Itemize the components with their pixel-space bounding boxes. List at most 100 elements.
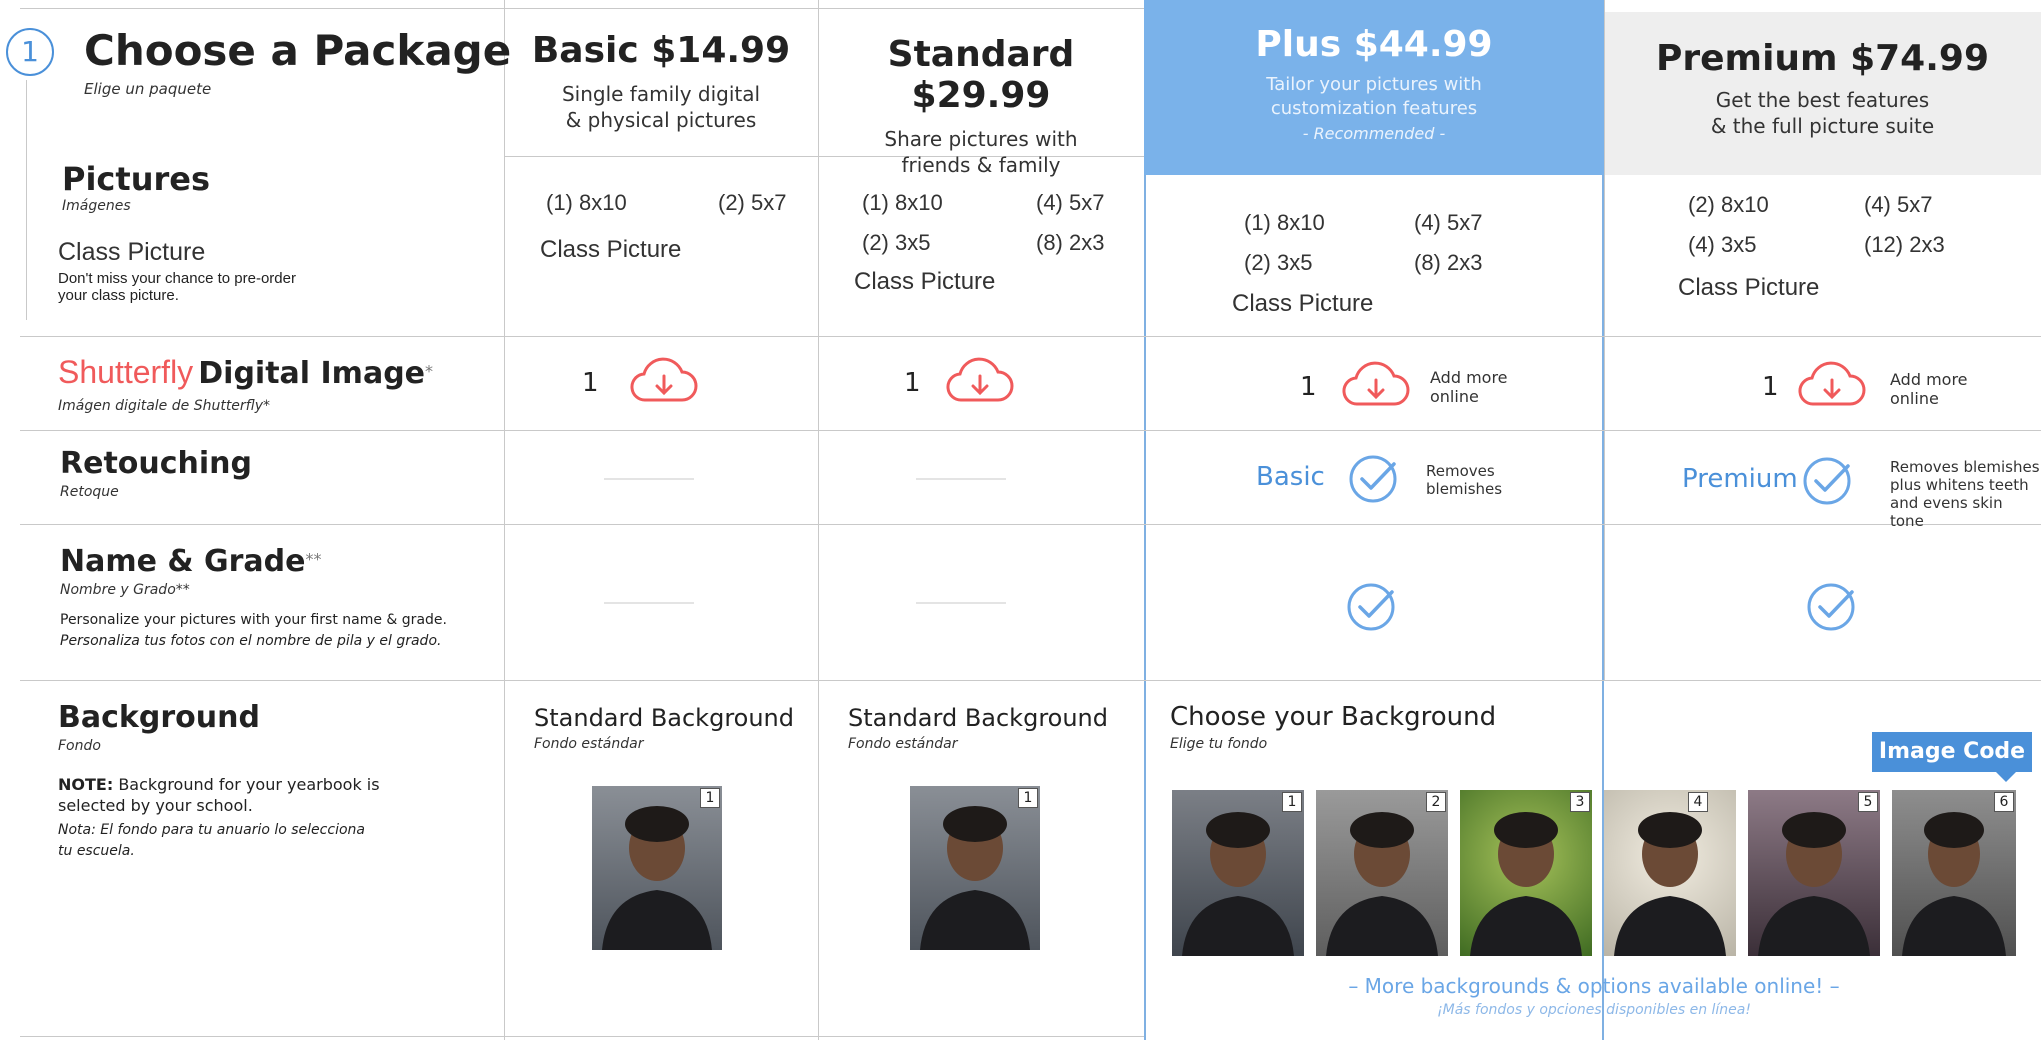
add-more-online-link[interactable]: Add more online bbox=[1890, 370, 1968, 408]
premium-item: (12) 2x3 bbox=[1864, 232, 1945, 257]
divider bbox=[20, 430, 2041, 431]
retouch-desc-plus: Removes blemishes bbox=[1426, 462, 1502, 498]
premium-class-picture: Class Picture bbox=[1678, 274, 1820, 301]
section-title-name-grade: Name & Grade** bbox=[60, 544, 322, 579]
premium-item: (2) 8x10 bbox=[1688, 192, 1769, 217]
section-subtitle: Nombre y Grado** bbox=[60, 582, 190, 598]
plus-item: (8) 2x3 bbox=[1414, 250, 1483, 275]
background-option-3[interactable]: 3 bbox=[1460, 790, 1592, 956]
digital-count-basic: 1 bbox=[582, 368, 599, 398]
note-text: Nota: El fondo para tu anuario lo selecc… bbox=[58, 822, 365, 838]
portrait-silhouette bbox=[1326, 812, 1438, 956]
background-option-2[interactable]: 2 bbox=[1316, 790, 1448, 956]
title-text: Name & Grade bbox=[60, 544, 306, 579]
portrait-silhouette bbox=[602, 806, 712, 950]
desc-line: Personaliza tus fotos con el nombre de p… bbox=[60, 633, 442, 649]
note-label: NOTE: bbox=[58, 775, 114, 794]
background-number-badge: 1 bbox=[700, 788, 720, 808]
portrait-silhouette bbox=[920, 806, 1030, 950]
standard-background-subtitle: Fondo estándar bbox=[534, 736, 644, 752]
divider bbox=[20, 680, 2041, 681]
background-option-5[interactable]: 5 bbox=[1748, 790, 1880, 956]
section-subtitle: Retoque bbox=[60, 484, 119, 500]
section-subtitle: Fondo bbox=[58, 738, 101, 754]
background-option-6[interactable]: 6 bbox=[1892, 790, 2016, 956]
note-text: Background for your yearbook is bbox=[113, 775, 380, 794]
retouch-desc-premium: Removes blemishes plus whitens teeth and… bbox=[1890, 458, 2041, 530]
portrait-silhouette bbox=[1758, 812, 1870, 956]
page-subtitle: Elige un paquete bbox=[84, 80, 212, 98]
digital-image-title: Digital Image bbox=[198, 356, 426, 391]
basic-item: (1) 8x10 bbox=[546, 190, 627, 215]
desc-line: and evens skin tone bbox=[1890, 494, 2003, 530]
more-backgrounds-online[interactable]: – More backgrounds & options available o… bbox=[1144, 974, 2041, 998]
background-number-badge: 5 bbox=[1858, 792, 1878, 812]
section-title-digital: Shutterfly Digital Image* bbox=[58, 354, 433, 391]
package-desc: Share pictures with bbox=[884, 127, 1078, 151]
desc-line: Removes bbox=[1426, 462, 1495, 480]
section-subtitle: Imágenes bbox=[62, 198, 131, 214]
link-line: Add more bbox=[1890, 370, 1968, 389]
cloud-download-icon bbox=[1342, 361, 1410, 406]
background-number-badge: 1 bbox=[1018, 788, 1038, 808]
check-circle-icon bbox=[1807, 583, 1855, 631]
portrait-photo: 1 bbox=[910, 786, 1040, 950]
link-line: online bbox=[1430, 387, 1479, 406]
desc-line: your class picture. bbox=[58, 287, 179, 304]
standard-item: (8) 2x3 bbox=[1036, 230, 1105, 255]
choose-background-subtitle: Elige tu fondo bbox=[1170, 736, 1268, 752]
plus-item: (1) 8x10 bbox=[1244, 210, 1325, 235]
name-grade-desc: Personalize your pictures with your firs… bbox=[60, 610, 447, 652]
divider bbox=[20, 1036, 1144, 1037]
package-basic-header[interactable]: Basic $14.99 Single family digital & phy… bbox=[504, 30, 818, 133]
check-circle-icon bbox=[1347, 583, 1395, 631]
package-plus-header[interactable]: Plus $44.99 Tailor your pictures with cu… bbox=[1144, 24, 1604, 147]
portrait-silhouette bbox=[1182, 812, 1294, 956]
portrait-photo: 1 bbox=[592, 786, 722, 950]
divider bbox=[20, 8, 1144, 9]
section-title-pictures: Pictures bbox=[62, 160, 210, 198]
cloud-download-icon bbox=[630, 357, 698, 402]
add-more-online-link[interactable]: Add more online bbox=[1430, 368, 1508, 406]
desc-line: Don't miss your chance to pre-order bbox=[58, 270, 296, 287]
package-desc: customization features bbox=[1270, 98, 1478, 119]
more-backgrounds-online-es: ¡Más fondos y opciones disponibles en lí… bbox=[1437, 1002, 1751, 1018]
check-circle-icon bbox=[1803, 457, 1851, 505]
link-line: online bbox=[1890, 389, 1939, 408]
divider bbox=[26, 80, 27, 320]
divider bbox=[20, 336, 2041, 337]
basic-item: (2) 5x7 bbox=[718, 190, 787, 215]
background-option-1[interactable]: 1 bbox=[1172, 790, 1304, 956]
link-line: Add more bbox=[1430, 368, 1508, 387]
not-included-dash bbox=[916, 602, 1006, 604]
package-title: Basic $14.99 bbox=[531, 30, 791, 71]
desc-line: plus whitens teeth bbox=[1890, 476, 2029, 494]
class-picture-desc: Don't miss your chance to pre-order your… bbox=[58, 270, 296, 304]
package-desc: & physical pictures bbox=[565, 108, 757, 132]
note-text: tu escuela. bbox=[58, 843, 135, 859]
retouch-level-plus: Basic bbox=[1256, 462, 1325, 492]
not-included-dash bbox=[604, 478, 694, 480]
package-standard-header[interactable]: Standard $29.99 Share pictures with frie… bbox=[818, 34, 1144, 178]
divider bbox=[20, 524, 2041, 525]
package-title: Premium $74.99 bbox=[1656, 38, 1989, 79]
desc-line: Personalize your pictures with your firs… bbox=[60, 612, 447, 628]
background-option-4[interactable]: 4 bbox=[1604, 790, 1736, 956]
package-desc: & the full picture suite bbox=[1710, 114, 1935, 138]
section-subtitle: Imágen digitale de Shutterfly* bbox=[58, 398, 271, 414]
pointer-icon bbox=[1996, 772, 2016, 782]
standard-class-picture: Class Picture bbox=[854, 268, 996, 295]
package-title: Standard $29.99 bbox=[887, 34, 1075, 116]
standard-background-subtitle: Fondo estándar bbox=[848, 736, 958, 752]
footnote-star: * bbox=[425, 361, 434, 381]
not-included-dash bbox=[916, 478, 1006, 480]
desc-line: Removes blemishes bbox=[1890, 458, 2040, 476]
desc-line: blemishes bbox=[1426, 480, 1503, 498]
plus-class-picture: Class Picture bbox=[1232, 290, 1374, 317]
choose-background-title: Choose your Background bbox=[1170, 702, 1497, 732]
package-desc: Get the best features bbox=[1715, 88, 1930, 112]
package-premium-header[interactable]: Premium $74.99 Get the best features & t… bbox=[1604, 38, 2041, 139]
digital-count-standard: 1 bbox=[904, 368, 921, 398]
section-title-retouching: Retouching bbox=[60, 446, 253, 481]
standard-background-title: Standard Background bbox=[848, 704, 1108, 732]
